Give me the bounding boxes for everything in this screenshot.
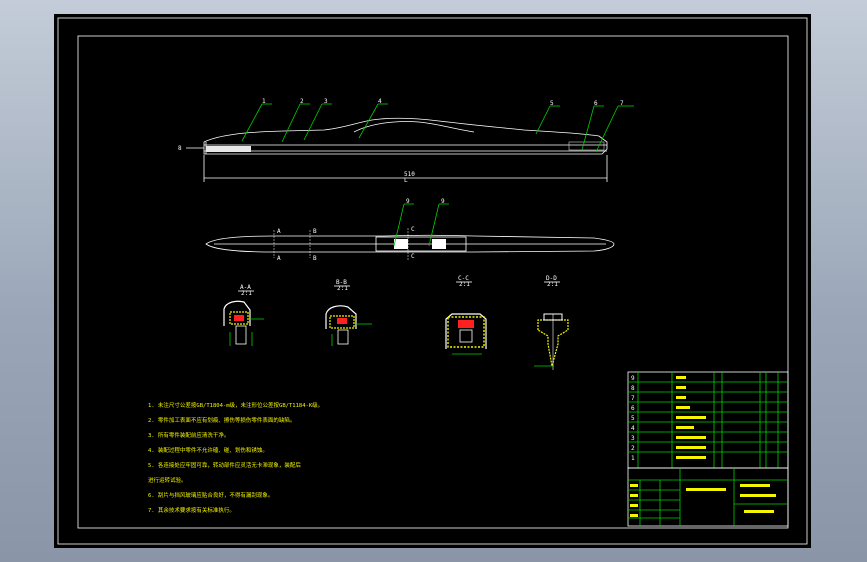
inner-frame [77, 35, 789, 529]
wiper-side-view: 510 L 8 [178, 117, 608, 184]
svg-text:B: B [313, 228, 317, 235]
svg-text:L: L [404, 177, 408, 184]
note-line: 2. 零件加工表面不应有划痕、擦伤等损伤零件表面的缺陷。 [148, 416, 295, 424]
note-line: 1. 未注尺寸公差按GB/T1804-m级，未注形位公差按GB/T1184-K级… [148, 401, 323, 409]
note-line: 7. 其余技术要求按有关标准执行。 [148, 506, 235, 514]
section-a-a: A-A 2:1 [223, 284, 264, 346]
technical-notes: 1. 未注尺寸公差按GB/T1804-m级，未注形位公差按GB/T1184-K级… [148, 401, 323, 514]
note-line: 进行运转试验。 [148, 476, 187, 484]
svg-text:C: C [411, 253, 415, 260]
svg-text:4: 4 [631, 425, 635, 432]
balloon-6: 6 [594, 100, 598, 107]
svg-text:9: 9 [631, 375, 635, 382]
balloon-7: 7 [620, 100, 624, 107]
parts-list: 9 8 7 6 5 4 3 2 1 [627, 371, 789, 469]
svg-text:C: C [411, 226, 415, 233]
section-d-d: D-D 2:1 [534, 275, 569, 370]
note-line: 4. 装配过程中零件不允许磕、碰、划伤和锈蚀。 [148, 446, 268, 454]
svg-text:A: A [277, 255, 281, 262]
balloon-9b: 9 [441, 198, 445, 205]
balloon-3: 3 [324, 98, 328, 105]
balloon-1: 1 [262, 98, 266, 105]
wiper-top-view: A A B B C C 9 9 [205, 198, 615, 262]
section-b-b: B-B 2:1 [325, 279, 372, 346]
svg-text:8: 8 [631, 385, 635, 392]
svg-text:B: B [313, 255, 317, 262]
svg-text:3: 3 [631, 435, 635, 442]
balloon-4: 4 [378, 98, 382, 105]
note-line: 5. 各连接处应牢固可靠，转动部件应灵活无卡滞现象，装配后 [148, 461, 301, 469]
note-line: 6. 刮片与挡风玻璃应贴合良好，不得有漏刮现象。 [148, 491, 273, 499]
svg-text:6: 6 [631, 405, 635, 412]
blade-end-cap [206, 146, 251, 152]
svg-text:2: 2 [631, 445, 635, 452]
title-block [627, 467, 789, 527]
marker-8: 8 [178, 145, 182, 152]
balloon-9a: 9 [406, 198, 410, 205]
svg-text:1: 1 [631, 455, 635, 462]
balloon-2: 2 [300, 98, 304, 105]
balloon-5: 5 [550, 100, 554, 107]
section-c-c: C-C 2:1 [445, 275, 487, 355]
svg-text:A: A [277, 228, 281, 235]
svg-text:7: 7 [631, 395, 635, 402]
cad-drawing: 510 L 8 1 2 3 4 5 6 7 A A B B C C 9 9 A-… [57, 17, 808, 545]
svg-text:5: 5 [631, 415, 635, 422]
note-line: 3. 所有零件装配前应清洗干净。 [148, 431, 229, 439]
